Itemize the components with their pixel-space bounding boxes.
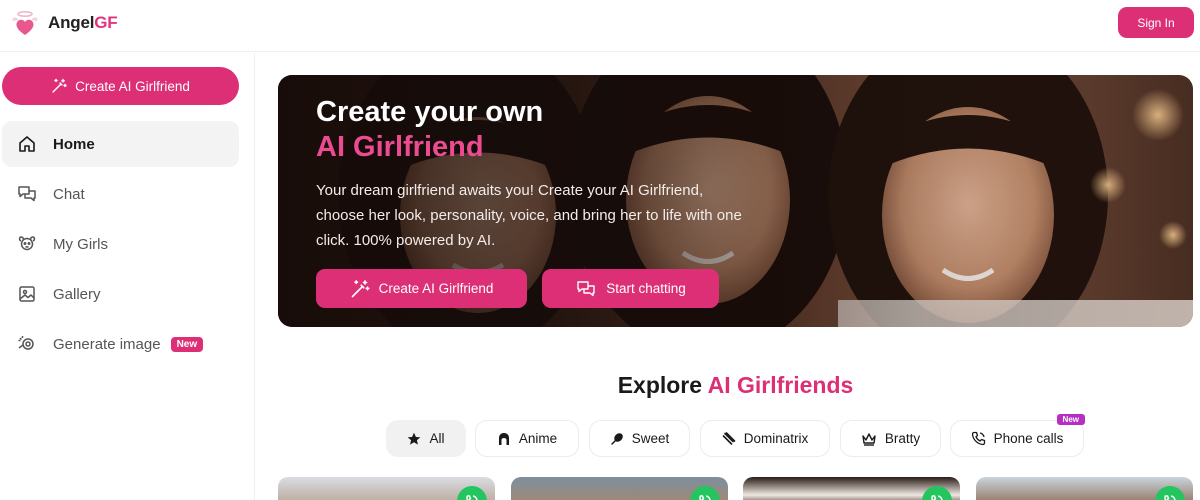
filter-chip-sweet[interactable]: Sweet <box>589 420 690 457</box>
logo[interactable]: AngelGF <box>10 8 118 38</box>
new-badge: New <box>1056 414 1085 425</box>
phone-call-icon[interactable] <box>922 486 952 500</box>
character-card[interactable] <box>278 477 495 500</box>
hero-banner: Create your own AI Girlfriend Your dream… <box>278 75 1193 327</box>
explore-heading: Explore AI Girlfriends <box>617 372 854 398</box>
star-icon <box>408 432 421 445</box>
sidebar-item-label: Gallery <box>53 285 101 303</box>
filter-chip-dominatrix[interactable]: Dominatrix <box>700 420 830 457</box>
phone-call-icon[interactable] <box>457 486 487 500</box>
filter-chip-bratty[interactable]: Bratty <box>840 420 941 457</box>
hero-title: Create your own AI Girlfriend <box>316 95 543 165</box>
start-chatting-label: Start chatting <box>606 281 686 296</box>
angel-heart-logo-icon <box>12 10 38 35</box>
character-card[interactable] <box>743 477 960 500</box>
filter-chip-anime[interactable]: Anime <box>475 420 579 457</box>
hero-title-line1: Create your own <box>316 96 544 128</box>
hero-create-label: Create AI Girlfriend <box>378 281 494 296</box>
dominatrix-icon <box>722 431 736 445</box>
gallery-icon <box>19 286 35 302</box>
chat-icon <box>577 280 595 296</box>
hero-description: Your dream girlfriend awaits you! Create… <box>316 182 742 249</box>
sidebar-item-label: Chat <box>53 185 85 203</box>
character-card[interactable] <box>976 477 1193 500</box>
filter-chip-all[interactable]: All <box>386 420 466 457</box>
start-chatting-button[interactable]: Start chatting <box>542 269 719 308</box>
generate-image-icon <box>18 336 34 350</box>
phone-call-icon[interactable] <box>690 486 720 500</box>
anime-icon <box>498 432 509 445</box>
magic-wand-icon <box>351 279 370 297</box>
sign-in-button[interactable]: Sign In <box>1118 7 1194 38</box>
my-girls-icon <box>18 236 36 251</box>
sidebar-item-chat[interactable]: Chat <box>2 171 239 217</box>
sidebar-item-home[interactable]: Home <box>2 121 239 167</box>
phone-icon <box>971 431 985 446</box>
filter-chip-label: Bratty <box>884 431 921 446</box>
sidebar-item-generate-image[interactable]: Generate image New <box>2 321 239 367</box>
sidebar-create-girlfriend-button[interactable]: Create AI Girlfriend <box>2 67 239 105</box>
magic-wand-icon <box>52 78 67 93</box>
hero-create-girlfriend-button[interactable]: Create AI Girlfriend <box>316 269 527 308</box>
filter-chip-label: Anime <box>518 431 558 446</box>
sidebar-create-label: Create AI Girlfriend <box>75 78 190 94</box>
top-bar: AngelGF Sign In <box>0 0 1200 52</box>
sidebar-item-label: Generate image <box>53 335 161 353</box>
filter-chip-label: Phone calls <box>993 431 1064 446</box>
sidebar: Create AI Girlfriend Home Chat My Girls … <box>0 53 255 500</box>
sweet-icon <box>610 432 623 445</box>
sidebar-item-label: My Girls <box>53 235 108 253</box>
chat-icon <box>18 186 36 202</box>
new-badge: New <box>170 336 204 352</box>
character-card[interactable] <box>511 477 728 500</box>
logo-text: AngelGF <box>48 13 118 32</box>
sidebar-item-gallery[interactable]: Gallery <box>2 271 239 317</box>
hero-title-line2: AI Girlfriend <box>316 131 484 163</box>
crown-icon <box>862 432 876 446</box>
filter-chip-label: Dominatrix <box>743 431 809 446</box>
sidebar-item-label: Home <box>53 135 95 153</box>
sidebar-item-my-girls[interactable]: My Girls <box>2 221 239 267</box>
filter-chip-phone-calls[interactable]: Phone calls New <box>950 414 1085 457</box>
filter-chip-label: Sweet <box>631 431 670 446</box>
filter-chip-label: All <box>429 431 445 446</box>
phone-call-icon[interactable] <box>1155 486 1185 500</box>
home-icon <box>19 136 35 152</box>
